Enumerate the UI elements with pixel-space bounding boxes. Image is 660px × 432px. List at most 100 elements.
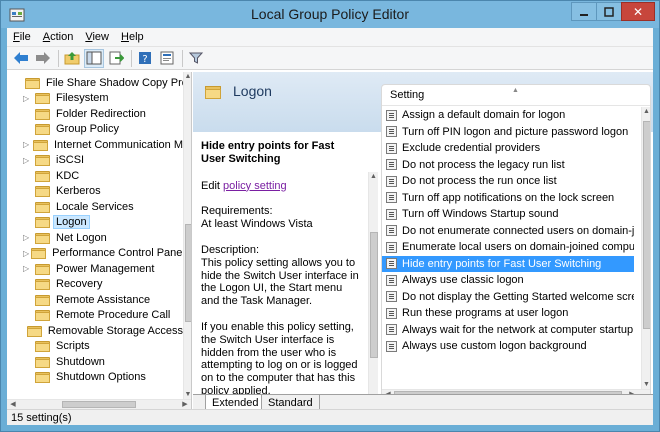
edit-policy-line: Edit policy setting bbox=[201, 180, 361, 193]
tree-item[interactable]: Folder Redirection bbox=[7, 106, 183, 122]
toolbar-separator bbox=[58, 49, 59, 67]
view-tabs: Extended Standard bbox=[193, 394, 653, 411]
expand-arrow-icon[interactable]: ▷ bbox=[23, 94, 33, 103]
settings-list[interactable]: Setting ▲ Assign a default domain for lo… bbox=[381, 84, 651, 410]
scroll-left-icon[interactable]: ◀ bbox=[9, 400, 17, 408]
column-header-setting[interactable]: Setting ▲ bbox=[382, 85, 650, 106]
help-button[interactable]: ? bbox=[135, 49, 155, 68]
forward-button[interactable] bbox=[33, 49, 53, 68]
menu-view[interactable]: View bbox=[79, 31, 115, 43]
setting-row[interactable]: Run these programs at user logon bbox=[382, 305, 634, 322]
tree-scroll-thumb[interactable] bbox=[185, 224, 191, 322]
requirements-value: At least Windows Vista bbox=[201, 218, 313, 231]
expand-arrow-icon[interactable]: ▷ bbox=[23, 249, 29, 258]
back-button[interactable] bbox=[11, 49, 31, 68]
tree-item[interactable]: Remote Procedure Call bbox=[7, 308, 183, 324]
tree-item[interactable]: Kerberos bbox=[7, 184, 183, 200]
tree-item[interactable]: Shutdown bbox=[7, 354, 183, 370]
tree-item[interactable]: Locale Services bbox=[7, 199, 183, 215]
title-bar[interactable]: Local Group Policy Editor ✕ bbox=[1, 1, 659, 28]
tree-item[interactable]: Recovery bbox=[7, 277, 183, 293]
setting-row[interactable]: Do not enumerate connected users on doma… bbox=[382, 223, 634, 240]
menu-help[interactable]: Help bbox=[115, 31, 150, 43]
close-button[interactable]: ✕ bbox=[621, 2, 655, 21]
tree-item-label: Power Management bbox=[56, 262, 155, 275]
settings-scroll-thumb[interactable] bbox=[643, 121, 650, 329]
requirements-label: Requirements: bbox=[201, 205, 273, 218]
setting-row[interactable]: Assign a default domain for logon bbox=[382, 107, 634, 124]
tree-item[interactable]: Shutdown Options bbox=[7, 370, 183, 386]
tree-item[interactable]: ▷ Internet Communication M bbox=[7, 137, 183, 153]
requirements-block: Requirements: At least Windows Vista bbox=[201, 205, 361, 231]
setting-row[interactable]: Turn off app notifications on the lock s… bbox=[382, 190, 634, 207]
folder-icon bbox=[35, 371, 50, 384]
setting-row[interactable]: Do not process the run once list bbox=[382, 173, 634, 190]
folder-icon bbox=[35, 232, 50, 244]
edit-policy-link[interactable]: policy setting bbox=[223, 180, 287, 192]
tree-hscroll-thumb[interactable] bbox=[62, 401, 136, 408]
tree-vertical-scrollbar[interactable]: ▲ ▼ bbox=[183, 72, 191, 399]
up-folder-button[interactable] bbox=[62, 49, 82, 68]
minimize-button[interactable] bbox=[571, 2, 597, 21]
setting-label: Assign a default domain for logon bbox=[402, 109, 566, 122]
setting-row[interactable]: Do not display the Getting Started welco… bbox=[382, 289, 634, 306]
setting-row[interactable]: Always wait for the network at computer … bbox=[382, 322, 634, 339]
tree-item[interactable]: ▷ Net Logon bbox=[7, 230, 183, 246]
scroll-down-icon[interactable]: ▼ bbox=[184, 391, 191, 398]
setting-row[interactable]: Always use custom logon background bbox=[382, 338, 634, 355]
policy-setting-icon bbox=[386, 258, 397, 270]
description-scrollbar[interactable]: ▲ ▼ bbox=[368, 172, 378, 410]
tree-item[interactable]: ▷ Performance Control Panel bbox=[7, 246, 185, 262]
policy-description-panel: Hide entry points for Fast User Switchin… bbox=[193, 132, 381, 410]
description-scroll-thumb[interactable] bbox=[370, 232, 378, 358]
setting-row[interactable]: Always use classic logon bbox=[382, 272, 634, 289]
expand-arrow-icon[interactable]: ▷ bbox=[23, 156, 33, 165]
tree-item[interactable]: ▷ Power Management bbox=[7, 261, 183, 277]
expand-arrow-icon[interactable]: ▷ bbox=[23, 233, 33, 242]
expand-arrow-icon[interactable]: ▷ bbox=[23, 264, 33, 273]
scroll-up-icon[interactable]: ▲ bbox=[369, 173, 378, 180]
show-hide-tree-button[interactable] bbox=[84, 48, 104, 68]
tree-item[interactable]: ▷ Filesystem bbox=[7, 91, 183, 107]
filter-button[interactable] bbox=[186, 49, 206, 68]
tree-item[interactable]: KDC bbox=[7, 168, 183, 184]
folder-icon bbox=[26, 325, 42, 337]
tree-item-label: KDC bbox=[56, 169, 80, 182]
export-list-button[interactable] bbox=[106, 49, 126, 68]
expand-arrow-icon[interactable]: ▷ bbox=[23, 140, 31, 149]
tree-item[interactable]: Removable Storage Access bbox=[7, 323, 183, 339]
tree-item[interactable]: Logon bbox=[7, 215, 183, 231]
scroll-right-icon[interactable]: ▶ bbox=[181, 400, 189, 408]
setting-row[interactable]: Exclude credential providers bbox=[382, 140, 634, 157]
setting-row[interactable]: Hide entry points for Fast User Switchin… bbox=[382, 255, 634, 272]
tree-horizontal-scrollbar[interactable]: ◀ ▶ bbox=[7, 399, 191, 409]
properties-button[interactable] bbox=[157, 49, 177, 68]
setting-row[interactable]: Enumerate local users on domain-joined c… bbox=[382, 239, 634, 256]
setting-row[interactable]: Turn off Windows Startup sound bbox=[382, 206, 634, 223]
folder-icon bbox=[35, 216, 50, 229]
setting-row[interactable]: Do not process the legacy run list bbox=[382, 157, 634, 174]
maximize-button[interactable] bbox=[596, 2, 622, 21]
toolbar-separator bbox=[182, 49, 183, 67]
scroll-up-icon[interactable]: ▲ bbox=[184, 73, 191, 80]
tree-item[interactable]: Group Policy bbox=[7, 122, 183, 138]
tree-item-label: Remote Procedure Call bbox=[56, 309, 171, 322]
menu-file[interactable]: File bbox=[7, 31, 37, 43]
tree-item-label: Remote Assistance bbox=[56, 293, 151, 306]
settings-vertical-scrollbar[interactable]: ▲ ▼ bbox=[641, 107, 650, 389]
tree-item[interactable]: Remote Assistance bbox=[7, 292, 183, 308]
tree-item[interactable]: Scripts bbox=[7, 339, 183, 355]
tree-item[interactable]: ▷ iSCSI bbox=[7, 153, 183, 169]
policy-setting-icon bbox=[386, 225, 397, 237]
setting-row[interactable]: Turn off PIN logon and picture password … bbox=[382, 124, 634, 141]
scroll-up-icon[interactable]: ▲ bbox=[642, 108, 650, 115]
tree-item-label: Shutdown Options bbox=[56, 371, 146, 384]
menu-action[interactable]: Action bbox=[37, 31, 80, 43]
navigation-tree[interactable]: File Share Shadow Copy Pro ▷ Filesystem Fol… bbox=[7, 72, 192, 409]
details-pane: Logon Hide entry points for Fast User Sw… bbox=[193, 72, 653, 411]
scroll-down-icon[interactable]: ▼ bbox=[642, 381, 650, 388]
policy-setting-icon bbox=[386, 126, 397, 138]
details-header-title: Logon bbox=[233, 83, 272, 99]
tree-item[interactable]: File Share Shadow Copy Pro bbox=[7, 75, 188, 91]
tree-item-label: Locale Services bbox=[56, 200, 134, 213]
